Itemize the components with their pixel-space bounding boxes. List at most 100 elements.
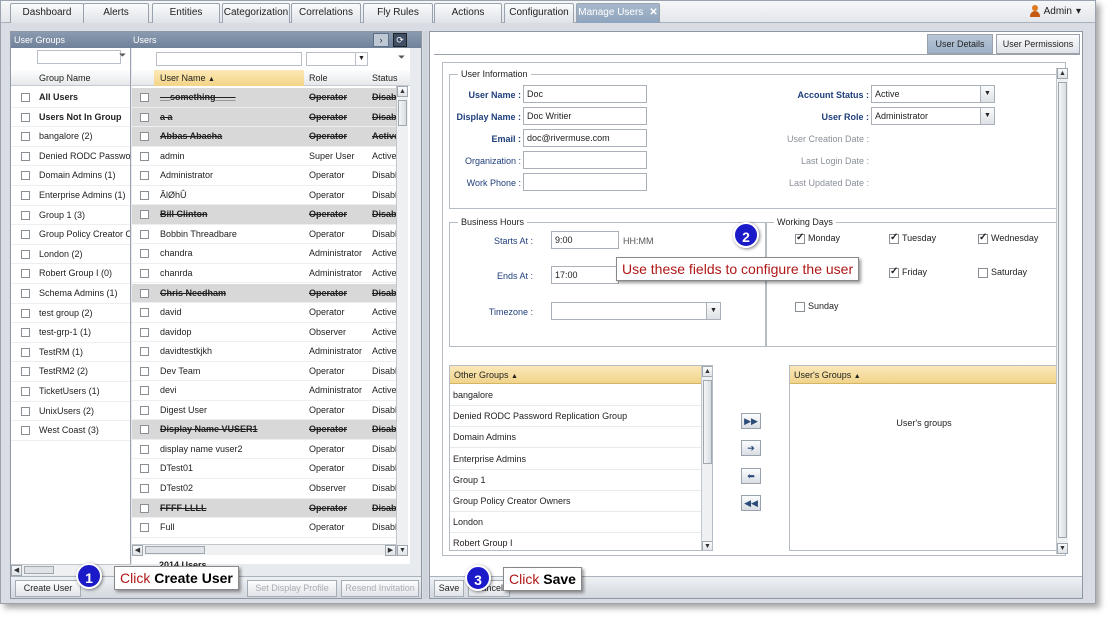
- group-checkbox[interactable]: [21, 132, 30, 142]
- user-checkbox[interactable]: [140, 171, 149, 181]
- user-row[interactable]: ÂlØhÛ Operator Disabled: [132, 186, 396, 206]
- group-row[interactable]: Schema Admins (1): [11, 284, 130, 304]
- group-row[interactable]: Domain Admins (1): [11, 166, 130, 186]
- user-checkbox[interactable]: [140, 327, 149, 337]
- group-row[interactable]: TestRM (1): [11, 343, 130, 363]
- tab-alerts[interactable]: Alerts: [83, 3, 149, 23]
- group-row[interactable]: test group (2): [11, 304, 130, 324]
- group-filter-input[interactable]: [37, 50, 121, 64]
- day-checkbox[interactable]: [889, 232, 899, 244]
- user-checkbox[interactable]: [140, 268, 149, 278]
- scroll-thumb[interactable]: [703, 380, 712, 464]
- group-checkbox[interactable]: [21, 230, 30, 240]
- chevron-right-icon[interactable]: ›: [373, 33, 389, 47]
- tab-user-permissions[interactable]: User Permissions: [996, 34, 1080, 54]
- move-left-icon[interactable]: ⬅: [741, 468, 761, 484]
- day-tuesday[interactable]: Tuesday: [889, 232, 936, 244]
- tab-entities[interactable]: Entities: [152, 3, 220, 23]
- user-row[interactable]: Abbas Abacha Operator Active: [132, 127, 396, 147]
- save-button[interactable]: Save: [434, 580, 464, 597]
- user-checkbox[interactable]: [140, 425, 149, 435]
- move-all-right-icon[interactable]: ▶▶: [741, 413, 761, 429]
- other-group-item[interactable]: London: [450, 512, 701, 534]
- group-row[interactable]: TestRM2 (2): [11, 362, 130, 382]
- account-status-select[interactable]: Active ▼: [871, 85, 995, 103]
- user-row[interactable]: david Operator Active: [132, 303, 396, 323]
- day-friday[interactable]: Friday: [889, 266, 927, 278]
- group-row[interactable]: London (2): [11, 245, 130, 265]
- user-row[interactable]: Administrator Operator Disabled: [132, 166, 396, 186]
- group-row[interactable]: TicketUsers (1): [11, 382, 130, 402]
- user-row[interactable]: chandra Administrator Active: [132, 244, 396, 264]
- user-name-input[interactable]: Doc: [523, 85, 647, 103]
- users-vertical-scrollbar[interactable]: ▲ ▼: [396, 86, 408, 556]
- user-row[interactable]: DTest01 Operator Disabled: [132, 459, 396, 479]
- user-checkbox[interactable]: [140, 249, 149, 259]
- group-row[interactable]: Group Policy Creator Owners: [11, 225, 130, 245]
- group-checkbox[interactable]: [21, 249, 30, 259]
- tab-actions[interactable]: Actions: [434, 3, 502, 23]
- user-checkbox[interactable]: [140, 308, 149, 318]
- user-name-column-header[interactable]: User Name ▲: [154, 70, 304, 86]
- user-row[interactable]: display name vuser2 Operator Disabled: [132, 440, 396, 460]
- scroll-thumb[interactable]: [145, 546, 205, 554]
- group-checkbox[interactable]: [21, 191, 30, 200]
- role-column-header[interactable]: Role: [309, 70, 328, 86]
- user-row[interactable]: admin Super User Active: [132, 147, 396, 167]
- user-checkbox[interactable]: [140, 523, 149, 533]
- scroll-thumb[interactable]: [24, 566, 54, 574]
- group-name-column-header[interactable]: Group Name: [11, 70, 130, 86]
- other-group-item[interactable]: Enterprise Admins: [450, 449, 701, 470]
- scroll-left-icon[interactable]: ◀: [132, 545, 143, 556]
- user-row[interactable]: __something____ Operator Disabled: [132, 88, 396, 108]
- other-group-item[interactable]: Domain Admins: [450, 427, 701, 449]
- day-checkbox[interactable]: [978, 232, 988, 244]
- user-filter-input[interactable]: [156, 52, 302, 66]
- group-checkbox[interactable]: [21, 387, 30, 396]
- group-checkbox[interactable]: [21, 269, 30, 279]
- group-checkbox[interactable]: [21, 367, 30, 377]
- other-group-item[interactable]: Group 1: [450, 470, 701, 491]
- group-checkbox[interactable]: [21, 328, 30, 338]
- user-checkbox[interactable]: [140, 151, 149, 161]
- user-row[interactable]: davidop Observer Active: [132, 323, 396, 343]
- user-row[interactable]: Digest User Operator Disabled: [132, 401, 396, 421]
- other-group-item[interactable]: Robert Group I: [450, 533, 701, 550]
- user-checkbox[interactable]: [140, 503, 149, 513]
- day-sunday[interactable]: Sunday: [795, 301, 839, 312]
- group-row[interactable]: West Coast (3): [11, 421, 130, 441]
- group-checkbox[interactable]: [21, 151, 30, 161]
- scroll-down-icon[interactable]: ▼: [1057, 543, 1068, 554]
- user-checkbox[interactable]: [140, 444, 149, 454]
- group-checkbox[interactable]: [21, 210, 30, 220]
- other-groups-header[interactable]: Other Groups ▲: [450, 366, 702, 384]
- user-checkbox[interactable]: [140, 132, 149, 142]
- user-checkbox[interactable]: [140, 210, 149, 220]
- tab-configuration[interactable]: Configuration: [504, 3, 574, 23]
- resend-invitation-button[interactable]: Resend Invitation: [341, 580, 419, 597]
- timezone-select[interactable]: ▼: [551, 302, 721, 320]
- status-column-header[interactable]: Status: [372, 70, 398, 86]
- group-row[interactable]: Users Not In Group: [11, 108, 130, 128]
- group-row[interactable]: UnixUsers (2): [11, 402, 130, 422]
- group-row[interactable]: Group 1 (3): [11, 206, 130, 226]
- account-menu[interactable]: Admin ▾: [1029, 5, 1081, 17]
- user-checkbox[interactable]: [140, 288, 149, 298]
- scroll-thumb[interactable]: [398, 100, 407, 126]
- group-checkbox[interactable]: [21, 347, 30, 357]
- day-saturday[interactable]: Saturday: [978, 267, 1027, 278]
- user-checkbox[interactable]: [140, 366, 149, 376]
- group-checkbox[interactable]: [21, 93, 30, 102]
- user-checkbox[interactable]: [140, 464, 149, 474]
- other-group-item[interactable]: Group Policy Creator Owners: [450, 491, 701, 512]
- user-row[interactable]: Display Name VUSER1 Operator Disabled: [132, 420, 396, 440]
- user-checkbox[interactable]: [140, 347, 149, 357]
- scroll-down-icon[interactable]: ▼: [702, 541, 712, 550]
- user-row[interactable]: Bill Clinton Operator Disabled: [132, 205, 396, 225]
- day-checkbox[interactable]: [978, 267, 988, 278]
- user-checkbox[interactable]: [140, 484, 149, 493]
- ends-at-input[interactable]: 17:00: [551, 266, 619, 284]
- close-tab-icon[interactable]: ✕: [649, 7, 657, 18]
- organization-input[interactable]: [523, 151, 647, 169]
- refresh-icon[interactable]: ⟳: [393, 33, 407, 47]
